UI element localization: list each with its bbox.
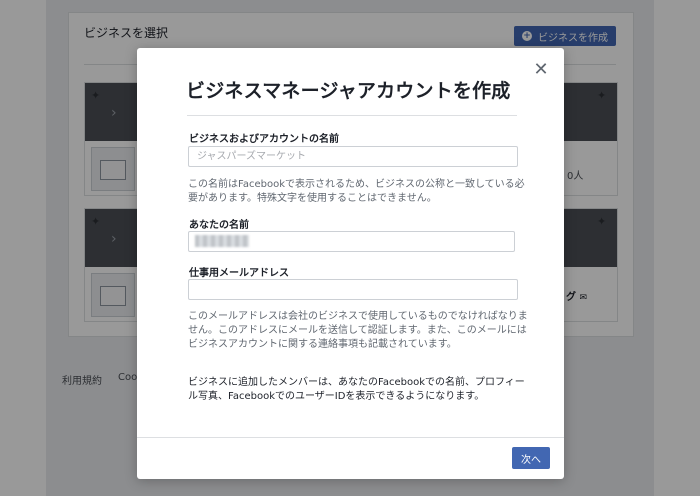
- work-email-label: 仕事用メールアドレス: [189, 268, 289, 279]
- close-icon[interactable]: ✕: [533, 61, 549, 79]
- business-name-label: ビジネスおよびアカウントの名前: [189, 134, 339, 145]
- work-email-help: このメールアドレスは会社のビジネスで使用しているものでなければなりません。このア…: [188, 311, 528, 350]
- dialog-title: ビジネスマネージャアカウントを作成: [186, 80, 511, 102]
- redacted-name: [195, 235, 249, 247]
- next-button[interactable]: 次へ: [512, 447, 550, 469]
- divider: [187, 115, 517, 116]
- divider: [137, 437, 564, 438]
- privacy-notice: ビジネスに追加したメンバーは、あなたのFacebookでの名前、プロフィール写真…: [188, 377, 525, 402]
- your-name-label: あなたの名前: [189, 220, 249, 231]
- work-email-input[interactable]: [188, 279, 518, 300]
- business-name-help: この名前はFacebookで表示されるため、ビジネスの公称と一致している必要があ…: [188, 179, 525, 204]
- create-business-dialog: ✕ ビジネスマネージャアカウントを作成 ビジネスおよびアカウントの名前 この名前…: [137, 48, 564, 479]
- business-name-input[interactable]: [188, 146, 518, 167]
